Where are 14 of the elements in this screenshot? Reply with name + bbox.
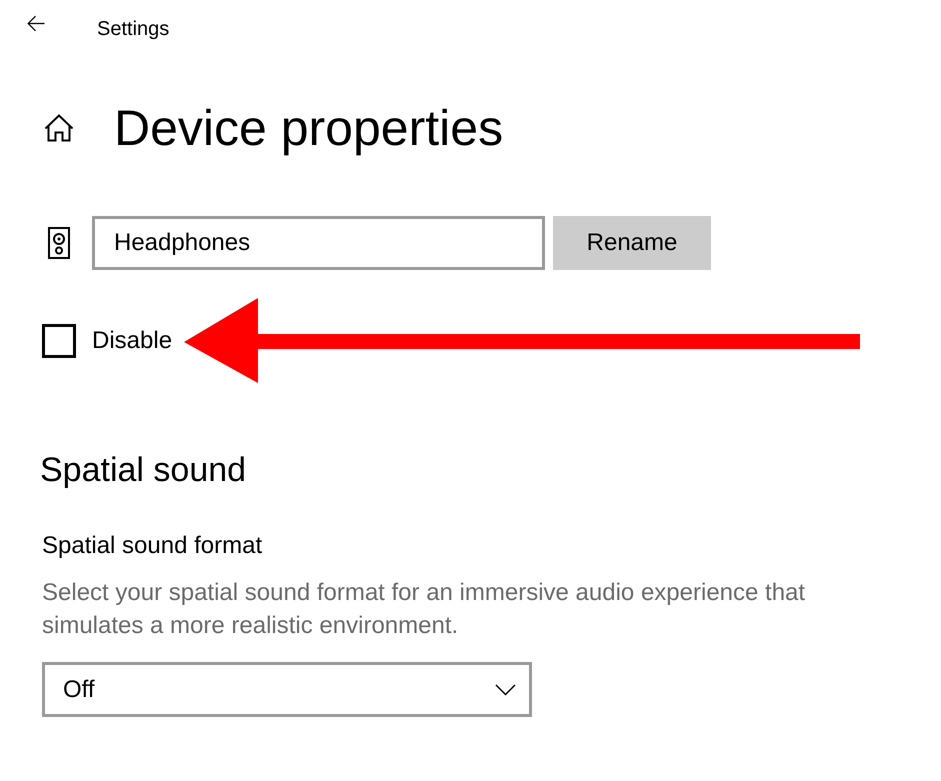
chevron-down-icon — [495, 684, 516, 696]
setting-label: Spatial sound format — [42, 531, 264, 561]
setting-description: Select your spatial sound format for an immersive audio experience that simulates a more realistic environment. — [42, 578, 806, 641]
checkbox-label[interactable]: Disable — [92, 324, 172, 356]
window-title: Settings — [97, 17, 170, 42]
back-arrow-icon[interactable] — [27, 15, 45, 32]
speaker-icon — [48, 227, 70, 259]
page-title: Device properties — [114, 99, 504, 158]
section-heading: Spatial sound — [40, 450, 248, 491]
name-field[interactable]: Headphones — [92, 216, 545, 270]
home-icon[interactable] — [44, 114, 74, 142]
format-dropdown[interactable]: Off — [42, 662, 532, 717]
checkbox[interactable] — [42, 324, 76, 358]
rename-button[interactable]: Rename — [553, 216, 711, 270]
